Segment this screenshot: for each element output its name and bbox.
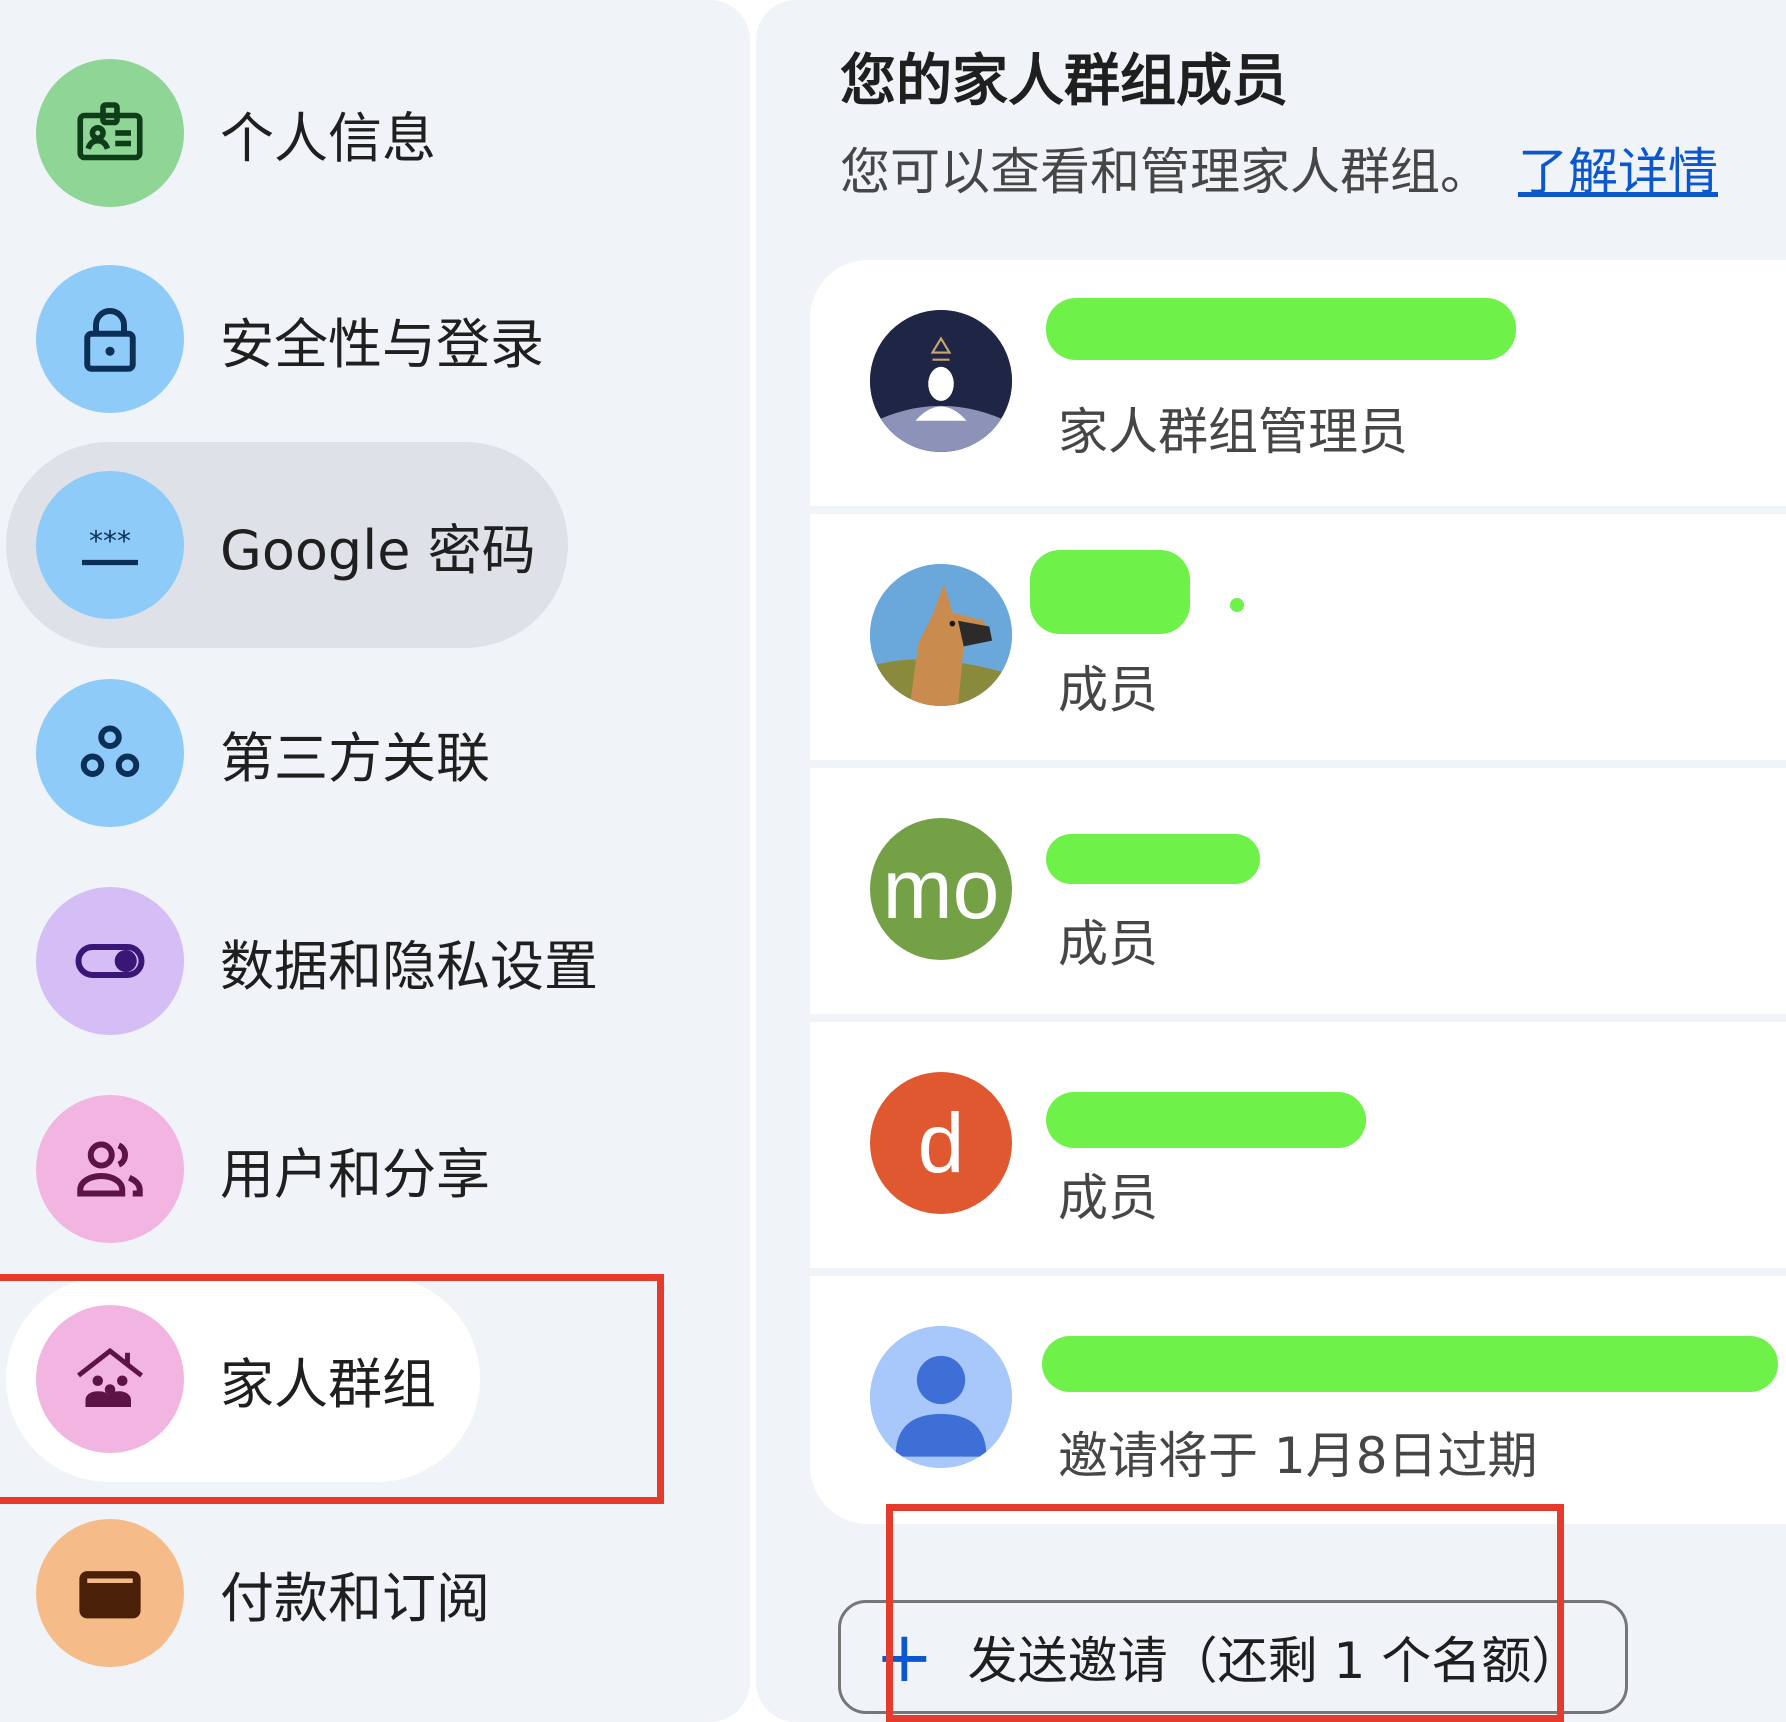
dog-avatar-icon	[870, 564, 1012, 706]
letter-avatar: d	[870, 1072, 1012, 1214]
page-title: 您的家人群组成员	[840, 49, 1288, 114]
redacted-name	[1046, 298, 1516, 360]
member-role: 成员	[1058, 1169, 1158, 1227]
sidebar-item-label: Google 密码	[220, 518, 536, 582]
member-role: 成员	[1058, 915, 1158, 973]
sidebar-item-label: 付款和订阅	[220, 1566, 490, 1630]
password-icon: ***	[36, 471, 184, 619]
subtitle-text: 您可以查看和管理家人群组。	[840, 143, 1490, 201]
id-card-icon	[36, 59, 184, 207]
redacted-email	[1042, 1336, 1778, 1392]
person-placeholder-icon	[870, 1326, 1012, 1468]
connections-icon	[36, 679, 184, 827]
sidebar-item-google-password[interactable]: *** Google 密码	[6, 442, 568, 648]
sidebar-item-personal-info[interactable]: 个人信息	[6, 30, 436, 236]
sidebar-item-label: 安全性与登录	[220, 312, 544, 376]
wallet-icon	[36, 1519, 184, 1667]
sidebar-item-label: 个人信息	[220, 106, 436, 170]
sidebar-item-payments[interactable]: 付款和订阅	[6, 1490, 490, 1696]
invite-expiry: 邀请将于 1月8日过期	[1058, 1427, 1538, 1485]
sidebar-item-label: 第三方关联	[220, 726, 490, 790]
avatar-letter: mo	[882, 841, 1000, 936]
redacted-name	[1046, 1092, 1366, 1148]
member-card[interactable]: d 成员	[810, 1022, 1786, 1268]
sidebar-item-label: 用户和分享	[220, 1142, 490, 1206]
member-card-admin[interactable]: 家人群组管理员	[810, 260, 1786, 506]
redacted-name	[1030, 550, 1190, 634]
letter-avatar: mo	[870, 818, 1012, 960]
redacted-name	[1046, 834, 1260, 884]
page: 个人信息 安全性与登录 *** Google 密码 第三方关联 数据和隐私设置 …	[0, 0, 1786, 1722]
member-role: 家人群组管理员	[1058, 403, 1408, 461]
page-subtitle: 您可以查看和管理家人群组。 了解详情	[840, 132, 1718, 204]
sidebar-item-third-party[interactable]: 第三方关联	[6, 650, 490, 856]
svg-text:***: ***	[89, 524, 131, 557]
highlight-annotation	[0, 1274, 664, 1504]
sidebar-item-data-privacy[interactable]: 数据和隐私设置	[6, 858, 598, 1064]
avatar-letter: d	[917, 1095, 965, 1190]
member-card[interactable]: 成员	[810, 514, 1786, 760]
people-icon	[36, 1095, 184, 1243]
member-role: 成员	[1058, 661, 1158, 719]
astronaut-avatar-icon	[870, 310, 1012, 452]
learn-more-link[interactable]: 了解详情	[1518, 143, 1718, 201]
highlight-annotation	[886, 1504, 1564, 1722]
member-card-pending[interactable]: 邀请将于 1月8日过期	[810, 1276, 1786, 1524]
sidebar-item-label: 数据和隐私设置	[220, 934, 598, 998]
sidebar-item-security[interactable]: 安全性与登录	[6, 236, 544, 442]
redacted-mark	[1230, 598, 1244, 612]
lock-icon	[36, 265, 184, 413]
sidebar-item-people-sharing[interactable]: 用户和分享	[6, 1066, 490, 1272]
member-card[interactable]: mo 成员	[810, 768, 1786, 1014]
toggle-icon	[36, 887, 184, 1035]
